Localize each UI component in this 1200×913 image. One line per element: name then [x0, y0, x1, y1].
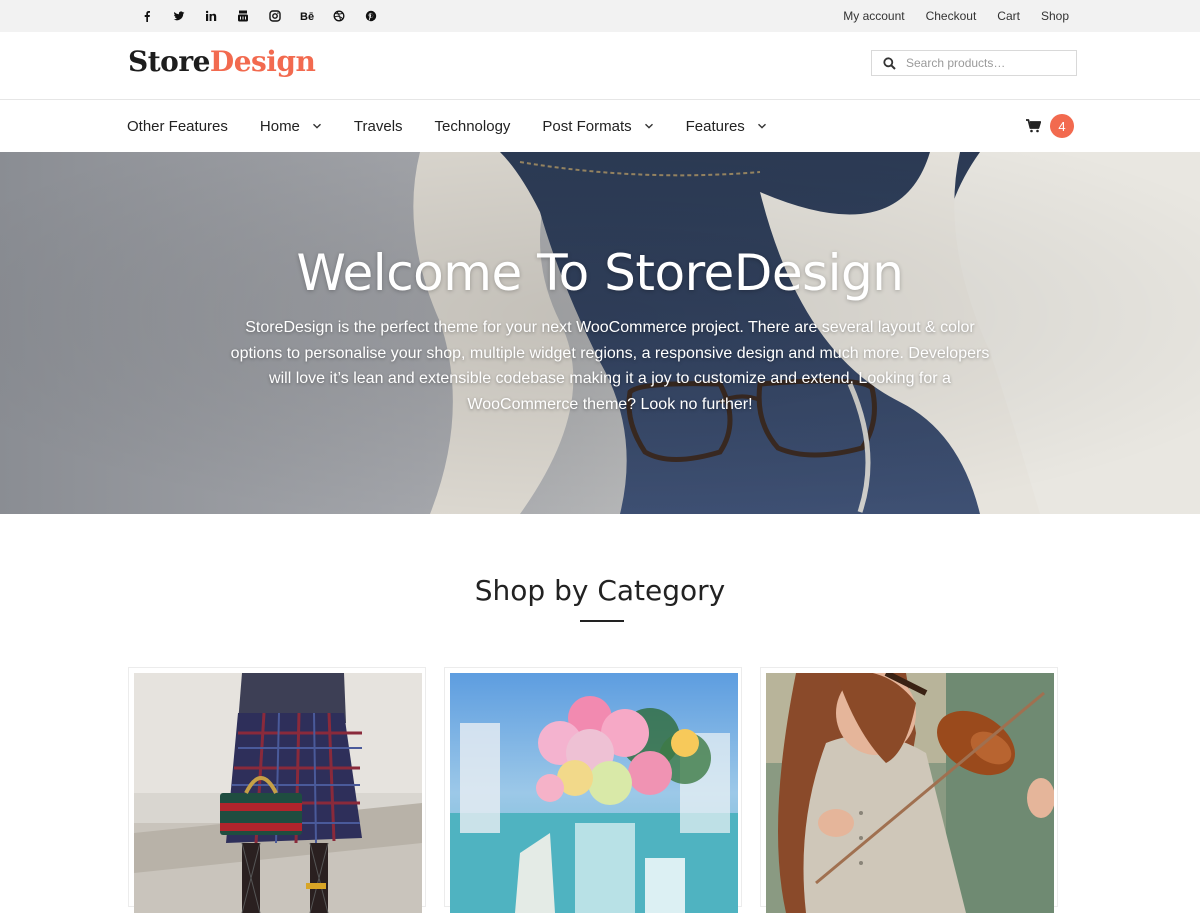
category-card-fashion[interactable]: [128, 667, 426, 913]
chevron-down-icon: [644, 123, 653, 129]
svg-text:Bē: Bē: [300, 11, 314, 22]
header-cart[interactable]: 4: [1026, 114, 1074, 138]
category-card-music[interactable]: [760, 667, 1058, 913]
chevron-down-icon: [757, 123, 766, 129]
nav-item-label: Technology: [434, 117, 511, 135]
twitter-icon[interactable]: [163, 0, 195, 32]
pinterest-icon[interactable]: [355, 0, 387, 32]
site-header: StoreDesign: [0, 32, 1200, 100]
nav-menu: Other Features Home Travels Technology P…: [127, 100, 799, 152]
site-logo[interactable]: StoreDesign: [128, 45, 316, 78]
category-image: [134, 673, 422, 913]
section-title: Shop by Category: [474, 574, 726, 607]
category-card-decor[interactable]: [444, 667, 742, 913]
search-icon[interactable]: [872, 51, 906, 75]
shop-link[interactable]: Shop: [1041, 9, 1069, 23]
nav-item-travels[interactable]: Travels: [354, 118, 403, 135]
nav-item-label: Other Features: [127, 117, 228, 135]
checkout-link[interactable]: Checkout: [926, 9, 977, 23]
nav-item-features[interactable]: Features: [686, 118, 767, 135]
cart-link[interactable]: Cart: [997, 9, 1020, 23]
top-links: My account Checkout Cart Shop: [822, 0, 1069, 32]
dribbble-icon[interactable]: [323, 0, 355, 32]
linkedin-icon[interactable]: [195, 0, 227, 32]
category-image: [766, 673, 1054, 913]
hero-title: Welcome To StoreDesign: [296, 244, 904, 302]
nav-item-label: Travels: [353, 117, 403, 135]
nav-item-label: Post Formats: [542, 117, 632, 135]
behance-icon[interactable]: Bē: [291, 0, 323, 32]
title-divider: [580, 620, 624, 622]
top-bar: Bē My account Checkout Cart Shop: [0, 0, 1200, 32]
instagram-icon[interactable]: [259, 0, 291, 32]
social-links: Bē: [131, 0, 387, 32]
facebook-icon[interactable]: [131, 0, 163, 32]
logo-text-store: Store: [128, 45, 210, 78]
cart-count-badge: 4: [1050, 114, 1074, 138]
hero-banner: Welcome To StoreDesign StoreDesign is th…: [0, 152, 1200, 514]
nav-item-home[interactable]: Home: [260, 118, 322, 135]
hero-description: StoreDesign is the perfect theme for you…: [230, 319, 990, 413]
main-navigation: Other Features Home Travels Technology P…: [0, 100, 1200, 152]
youtube-icon[interactable]: [227, 0, 259, 32]
nav-item-label: Features: [685, 117, 745, 135]
my-account-link[interactable]: My account: [843, 9, 904, 23]
chevron-down-icon: [312, 123, 321, 129]
product-search: [871, 50, 1077, 76]
search-input[interactable]: [906, 56, 1066, 70]
nav-item-technology[interactable]: Technology: [435, 118, 511, 135]
category-image: [450, 673, 738, 913]
cart-icon: [1026, 119, 1041, 133]
nav-item-post-formats[interactable]: Post Formats: [542, 118, 653, 135]
logo-text-design: Design: [209, 45, 316, 78]
nav-item-other-features[interactable]: Other Features: [127, 118, 228, 135]
nav-item-label: Home: [259, 117, 300, 135]
